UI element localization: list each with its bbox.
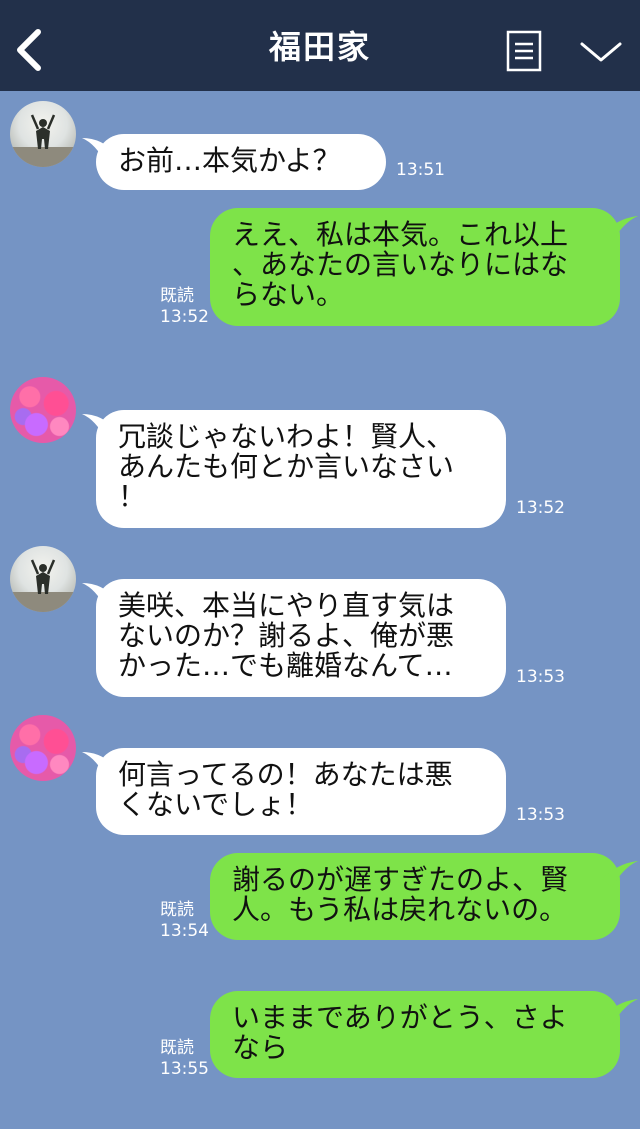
message-text: ！ xyxy=(118,480,147,513)
read-receipt: 既読 xyxy=(160,1038,194,1058)
message-time: 13:51 xyxy=(396,160,445,180)
avatar-misaki[interactable] xyxy=(10,377,76,443)
message-text: 美咲、本当にやり直す気は xyxy=(118,589,455,622)
message-text: らない。 xyxy=(232,278,345,311)
message-text: なら xyxy=(232,1031,289,1064)
menu-icon[interactable] xyxy=(506,30,542,72)
message-text: かった…でも離婚なんて… xyxy=(118,649,453,682)
message-bubble[interactable]: 美咲、本当にやり直す気は ないのか？謝るよ、俺が悪 かった…でも離婚なんて… xyxy=(96,579,506,697)
message-time: 13:55 xyxy=(160,1059,209,1079)
bubble-tail xyxy=(602,861,638,887)
message-bubble[interactable]: 謝るのが遅すぎたのよ、賢 人。もう私は戻れないの。 xyxy=(210,853,620,940)
message-text: お前…本気かよ？ xyxy=(118,144,341,177)
avatar-kento[interactable] xyxy=(10,546,76,612)
message-text: ええ、私は本気。これ以上 xyxy=(232,218,569,251)
message-text: 何言ってるの！あなたは悪 xyxy=(118,758,453,791)
read-receipt: 既読 xyxy=(160,900,194,920)
message-time: 13:52 xyxy=(160,307,209,327)
message-bubble[interactable]: 冗談じゃないわよ！賢人、 あんたも何とか言いなさい ！ xyxy=(96,410,506,528)
bubble-tail xyxy=(602,999,638,1025)
message-time: 13:53 xyxy=(516,805,565,825)
read-receipt: 既読 xyxy=(160,286,194,306)
person-silhouette-icon xyxy=(10,114,76,167)
avatar-misaki[interactable] xyxy=(10,715,76,781)
chevron-down-icon[interactable] xyxy=(578,36,624,66)
message-time: 13:54 xyxy=(160,921,209,941)
message-time: 13:52 xyxy=(516,498,565,518)
avatar-kento[interactable] xyxy=(10,101,76,167)
message-text: あんたも何とか言いなさい xyxy=(118,450,455,483)
message-bubble[interactable]: ええ、私は本気。これ以上 、あなたの言いなりにはな らない。 xyxy=(210,208,620,326)
message-time: 13:53 xyxy=(516,667,565,687)
message-bubble[interactable]: いままでありがとう、さよ なら xyxy=(210,991,620,1078)
person-silhouette-icon xyxy=(10,559,76,612)
bubble-tail xyxy=(602,216,638,242)
chat-title: 福田家 xyxy=(268,28,371,66)
message-text: いままでありがとう、さよ xyxy=(232,1001,568,1034)
message-bubble[interactable]: 何言ってるの！あなたは悪 くないでしょ！ xyxy=(96,748,506,835)
chat-header: 福田家 xyxy=(0,0,640,91)
message-text: 冗談じゃないわよ！賢人、 xyxy=(118,420,455,453)
message-bubble[interactable]: お前…本気かよ？ xyxy=(96,134,386,190)
message-text: 謝るのが遅すぎたのよ、賢 xyxy=(232,863,569,896)
message-text: くないでしょ！ xyxy=(118,788,314,821)
message-text: 、あなたの言いなりにはな xyxy=(232,248,569,281)
message-text: 人。もう私は戻れないの。 xyxy=(232,893,568,926)
message-text: ないのか？謝るよ、俺が悪 xyxy=(118,619,455,652)
